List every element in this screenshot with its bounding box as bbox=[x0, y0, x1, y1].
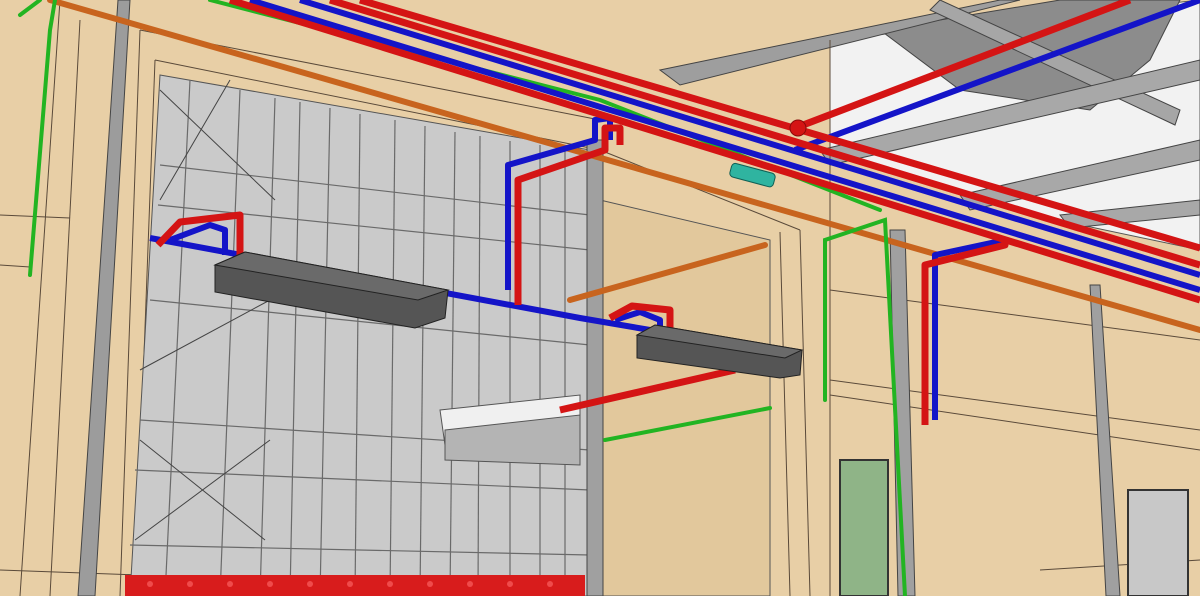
steel-column bbox=[586, 139, 604, 596]
pipe-fitting-red bbox=[789, 119, 807, 137]
floor-equipment-red bbox=[125, 575, 585, 596]
door bbox=[1127, 489, 1189, 596]
door bbox=[839, 459, 889, 596]
bim-3d-view bbox=[0, 0, 1200, 596]
